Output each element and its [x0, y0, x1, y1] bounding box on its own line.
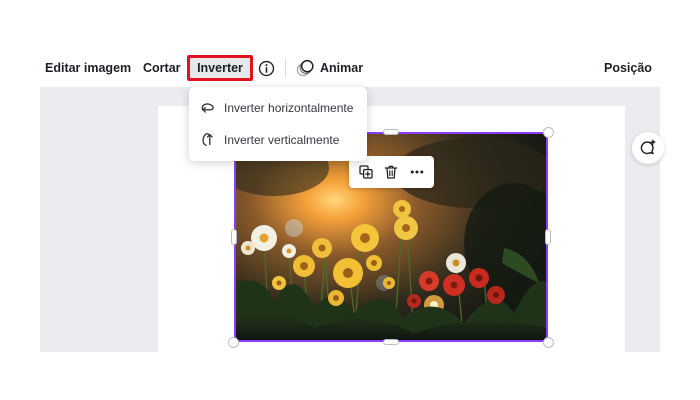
flip-vertical-label: Inverter verticalmente: [224, 133, 340, 147]
flip-horizontal-item[interactable]: Inverter horizontalmente: [189, 92, 367, 124]
flip-vertical-item[interactable]: Inverter verticalmente: [189, 124, 367, 156]
flip-vertical-icon: [199, 131, 217, 149]
resize-handle-bottom-left[interactable]: [228, 337, 239, 348]
resize-handle-right[interactable]: [545, 229, 551, 245]
delete-button[interactable]: [380, 161, 402, 183]
trash-icon: [385, 165, 398, 179]
toolbar-divider: [285, 58, 286, 78]
flip-dropdown-menu: Inverter horizontalmente Inverter vertic…: [189, 87, 367, 161]
flip-horizontal-label: Inverter horizontalmente: [224, 101, 354, 115]
resize-handle-bottom[interactable]: [383, 339, 399, 345]
animate-button[interactable]: Animar: [296, 46, 363, 90]
top-toolbar: Editar imagem Cortar Inverter Animar Pos…: [0, 46, 700, 90]
flip-horizontal-icon: [199, 99, 217, 117]
resize-handle-left[interactable]: [231, 229, 237, 245]
resize-handle-top-right[interactable]: [543, 127, 554, 138]
flip-button-label: Inverter: [197, 61, 243, 75]
edit-image-button[interactable]: Editar imagem: [45, 46, 131, 90]
position-button[interactable]: Posição: [604, 46, 652, 90]
more-icon: [410, 170, 424, 174]
flip-button[interactable]: Inverter: [187, 55, 253, 81]
duplicate-icon: [359, 165, 373, 179]
info-icon: [258, 60, 274, 76]
animate-label: Animar: [320, 61, 364, 75]
animate-icon: [296, 59, 314, 77]
more-options-button[interactable]: [406, 161, 428, 183]
resize-handle-bottom-right[interactable]: [543, 337, 554, 348]
add-comment-button[interactable]: [632, 132, 664, 164]
info-button[interactable]: [256, 58, 276, 78]
resize-handle-top[interactable]: [383, 129, 399, 135]
duplicate-button[interactable]: [355, 161, 377, 183]
add-comment-icon: [640, 139, 656, 155]
crop-button[interactable]: Cortar: [143, 46, 181, 90]
